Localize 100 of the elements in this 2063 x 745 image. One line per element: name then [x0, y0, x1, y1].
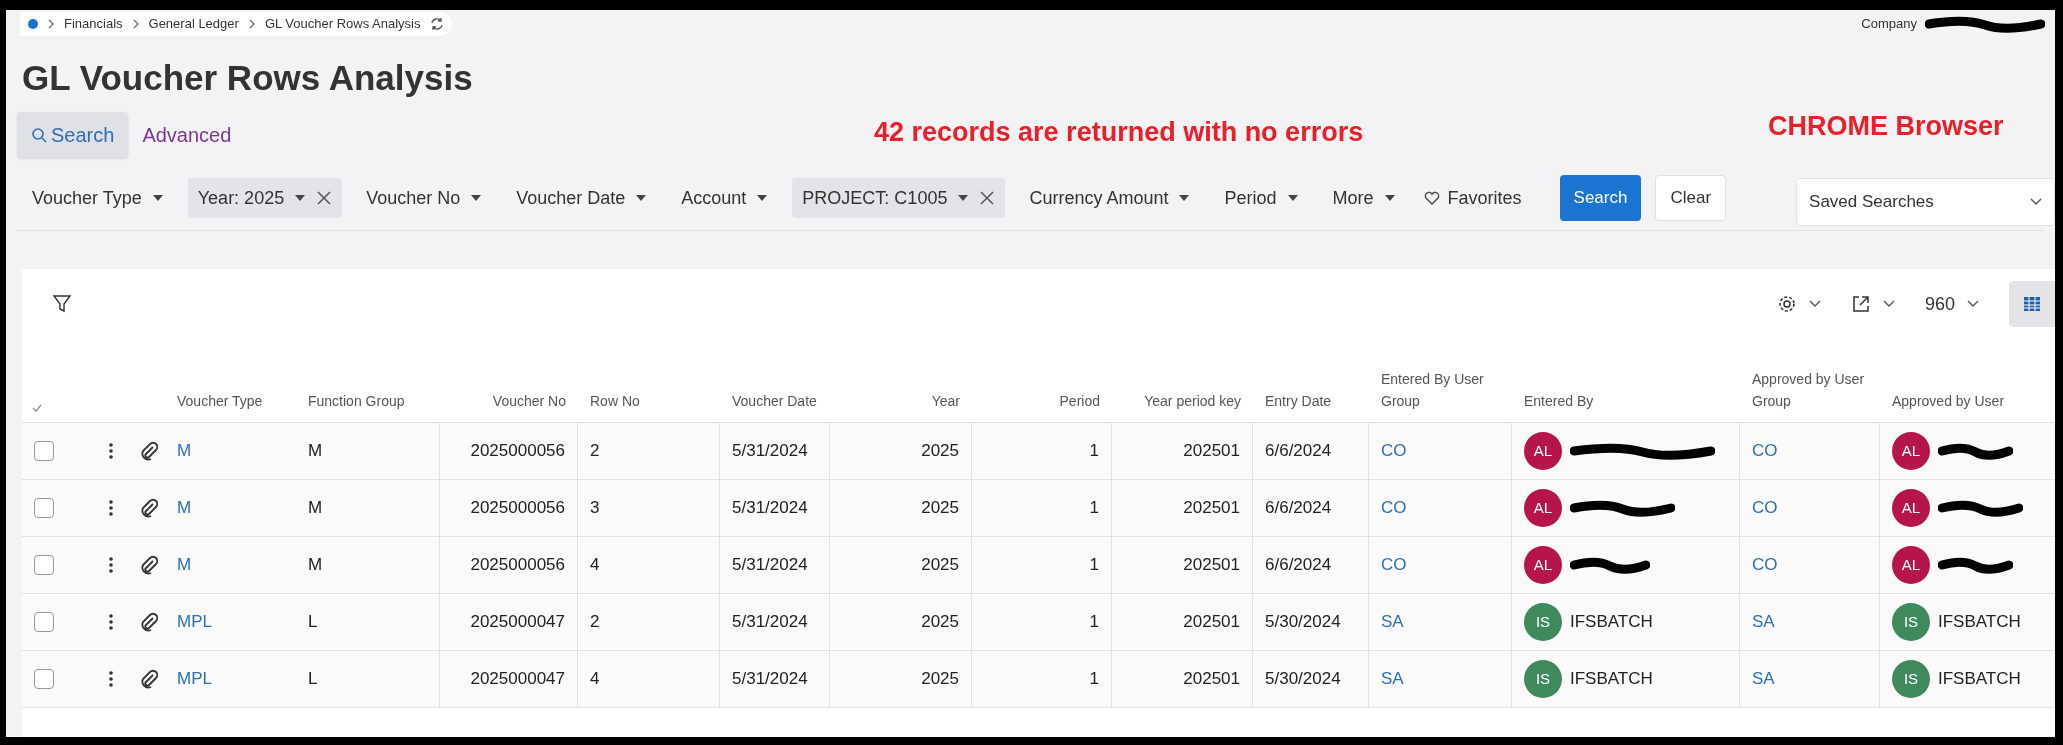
more-icon[interactable] — [108, 614, 113, 630]
chevron-down-icon[interactable] — [1808, 300, 1821, 308]
close-icon[interactable] — [316, 190, 333, 206]
column-header[interactable]: Approved by User Group — [1740, 368, 1880, 412]
paperclip-icon[interactable] — [140, 555, 158, 575]
paperclip-icon[interactable] — [140, 669, 158, 689]
filter-dropdown[interactable]: Year: 2025 — [187, 178, 343, 218]
breadcrumb-link[interactable]: Financials — [64, 14, 123, 34]
row-checkbox[interactable] — [34, 612, 54, 632]
link-cell[interactable]: M — [165, 480, 296, 536]
more-icon[interactable] — [108, 557, 113, 573]
refresh-icon[interactable] — [430, 17, 445, 31]
link-cell[interactable]: CO — [1740, 537, 1880, 593]
user-name: IFSBATCH — [1570, 668, 1653, 691]
column-header[interactable]: Approved by User — [1880, 390, 2050, 412]
table-row[interactable]: M M 2025000056 2 5/31/2024 2025 1 202501 6/6/2024 CO AL CO AL — [22, 423, 2055, 480]
column-header[interactable]: Voucher No — [440, 390, 578, 412]
row-checkbox[interactable] — [34, 441, 54, 461]
link-cell[interactable]: SA — [1369, 651, 1512, 707]
column-header[interactable]: Function Group — [296, 390, 440, 412]
table-view-button[interactable] — [2009, 281, 2055, 327]
table-row[interactable]: M M 2025000056 3 5/31/2024 2025 1 202501 6/6/2024 CO AL CO AL — [22, 480, 2055, 537]
table-cell: 1 — [972, 651, 1112, 707]
filter-dropdown[interactable]: Period — [1214, 178, 1309, 218]
chevron-down-icon[interactable] — [1882, 300, 1895, 308]
user-name: IFSBATCH — [1938, 611, 2021, 634]
link-cell[interactable]: M — [165, 537, 296, 593]
link-cell[interactable]: CO — [1369, 537, 1512, 593]
favorites-button[interactable]: Favorites — [1419, 184, 1526, 212]
settings-icon[interactable] — [1776, 294, 1797, 314]
table-row[interactable]: MPL L 2025000047 2 5/31/2024 2025 1 202501 5/30/2024 SA IS IFSBATCH SA IS IFSBATCH — [22, 594, 2055, 651]
filter-dropdown[interactable]: Voucher Type — [22, 178, 174, 218]
paperclip-icon[interactable] — [140, 612, 158, 632]
search-tab[interactable]: Search — [17, 112, 129, 158]
filter-dropdown[interactable]: Account — [671, 178, 779, 218]
breadcrumb-link[interactable]: GL Voucher Rows Analysis — [264, 14, 421, 34]
breadcrumb-link[interactable]: General Ledger — [148, 14, 239, 34]
column-header[interactable]: Year — [830, 390, 972, 412]
column-header[interactable]: Voucher Type — [165, 390, 296, 412]
table-cell: 4 — [578, 537, 720, 593]
column-header[interactable]: Row No — [578, 390, 720, 412]
user-name: IFSBATCH — [1938, 668, 2021, 691]
user-name: IFSBATCH — [1570, 611, 1653, 634]
more-icon[interactable] — [108, 671, 113, 687]
advanced-tab[interactable]: Advanced — [128, 112, 246, 158]
filter-dropdown[interactable]: PROJECT: C1005 — [792, 178, 1006, 218]
link-cell[interactable]: SA — [1740, 651, 1880, 707]
export-icon[interactable] — [1850, 294, 1871, 314]
link-cell[interactable]: CO — [1369, 480, 1512, 536]
filter-dropdown[interactable]: More — [1322, 178, 1406, 218]
table-cell: 2025000047 — [440, 594, 578, 650]
row-checkbox[interactable] — [34, 498, 54, 518]
clear-button[interactable]: Clear — [1655, 175, 1727, 221]
link-cell[interactable]: SA — [1740, 594, 1880, 650]
link-cell[interactable]: CO — [1740, 423, 1880, 479]
more-icon[interactable] — [108, 500, 113, 516]
link-cell[interactable]: MPL — [165, 651, 296, 707]
table-row[interactable]: MPL L 2025000047 4 5/31/2024 2025 1 202501 5/30/2024 SA IS IFSBATCH SA IS IFSBATCH — [22, 651, 2055, 708]
close-icon[interactable] — [979, 190, 996, 206]
table-cell: 202501 — [1112, 480, 1253, 536]
link-cell[interactable]: CO — [1740, 480, 1880, 536]
link-cell[interactable]: MPL — [165, 594, 296, 650]
paperclip-icon[interactable] — [140, 441, 158, 461]
chevron-icon — [248, 19, 255, 29]
filter-dropdown[interactable]: Voucher No — [356, 178, 493, 218]
link-cell[interactable]: M — [165, 423, 296, 479]
table-cell: 5/30/2024 — [1253, 651, 1369, 707]
caret-icon — [1178, 194, 1191, 202]
table-cell: M — [296, 423, 440, 479]
filter-dropdown[interactable]: Currency Amount — [1019, 178, 1201, 218]
link-cell[interactable]: CO — [1369, 423, 1512, 479]
column-header[interactable]: Voucher Date — [720, 390, 830, 412]
table-cell: M — [296, 480, 440, 536]
table-cell: 2025000047 — [440, 651, 578, 707]
caret-icon — [151, 194, 164, 202]
table-cell: 202501 — [1112, 423, 1253, 479]
table-cell: 1 — [972, 537, 1112, 593]
column-header[interactable]: Entry Date — [1253, 390, 1369, 412]
column-header[interactable]: Year period key — [1112, 390, 1253, 412]
table-row[interactable]: M M 2025000056 4 5/31/2024 2025 1 202501 6/6/2024 CO AL CO AL — [22, 537, 2055, 594]
saved-searches-dropdown[interactable]: Saved Searches — [1796, 178, 2055, 226]
row-checkbox[interactable] — [34, 669, 54, 689]
column-header[interactable]: Period — [972, 390, 1112, 412]
page-title: GL Voucher Rows Analysis — [21, 57, 474, 99]
paperclip-icon[interactable] — [140, 498, 158, 518]
table-cell: L — [296, 651, 440, 707]
more-icon[interactable] — [108, 443, 113, 459]
search-button[interactable]: Search — [1559, 175, 1642, 221]
caret-icon — [1383, 194, 1396, 202]
search-icon — [31, 127, 47, 143]
filter-dropdown[interactable]: Voucher Date — [506, 178, 658, 218]
table-cell: 202501 — [1112, 537, 1253, 593]
filter-icon[interactable] — [52, 294, 72, 314]
column-header[interactable]: Entered By — [1512, 390, 1740, 412]
check-icon — [32, 404, 42, 412]
avatar: AL — [1524, 489, 1562, 527]
page-size-dropdown[interactable]: 960 — [1924, 290, 1979, 318]
row-checkbox[interactable] — [34, 555, 54, 575]
column-header[interactable]: Entered By User Group — [1369, 368, 1512, 412]
link-cell[interactable]: SA — [1369, 594, 1512, 650]
